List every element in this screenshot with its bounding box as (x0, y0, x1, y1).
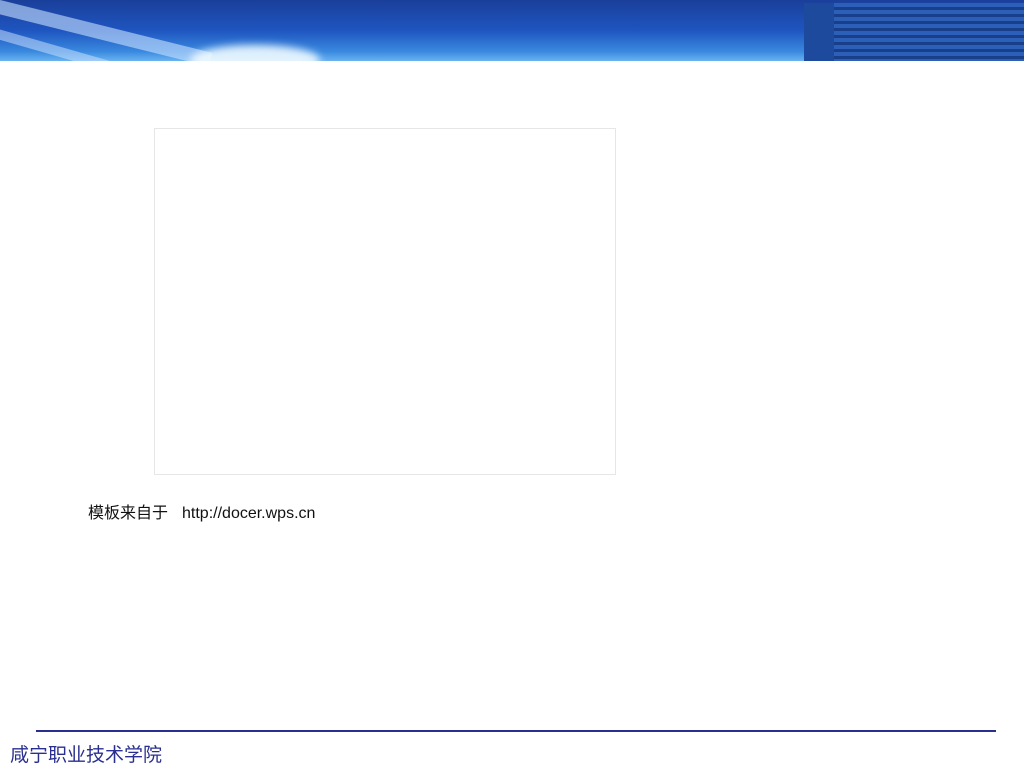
template-source-note: 模板来自于 http://docer.wps.cn (88, 499, 315, 523)
banner-light-beam (0, 0, 213, 61)
banner-glow (190, 45, 320, 61)
image-placeholder (154, 128, 616, 475)
source-url-link[interactable]: http://docer.wps.cn (182, 505, 315, 522)
footer-divider (36, 730, 996, 732)
header-banner-image (0, 0, 1024, 61)
footer-institution-name: 咸宁职业技术学院 (10, 744, 163, 766)
source-label: 模板来自于 (88, 505, 169, 522)
banner-blinds (804, 3, 1024, 61)
